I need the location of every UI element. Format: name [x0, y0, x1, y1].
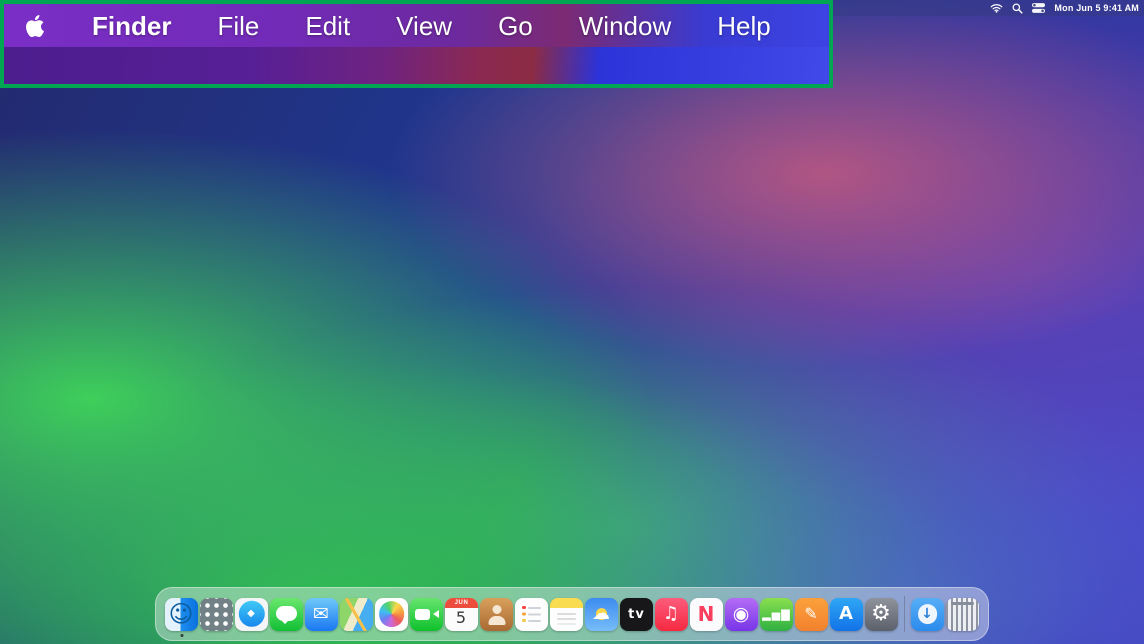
news-glyph: N [698, 604, 716, 624]
dock-system-settings-icon[interactable]: ⚙ [865, 598, 898, 631]
menu-item-window[interactable]: Window [579, 13, 671, 39]
callout-menu-bar: Finder File Edit View Go Window Help [4, 4, 829, 47]
dock-mail-icon[interactable]: ✉ [305, 598, 338, 631]
dock-numbers-icon[interactable]: ▂▅▇ [760, 598, 793, 631]
dock-maps-icon[interactable] [340, 598, 373, 631]
spotlight-icon[interactable] [1012, 3, 1023, 14]
numbers-glyph: ▂▅▇ [762, 609, 790, 620]
podcasts-glyph: ◉ [733, 605, 751, 624]
dock-weather-icon[interactable]: ☁ [585, 598, 618, 631]
dock-photos-icon[interactable] [375, 598, 408, 631]
dock-app-store-icon[interactable]: A [830, 598, 863, 631]
menu-item-help[interactable]: Help [717, 13, 770, 39]
finder-glyph: ☺ [168, 602, 194, 626]
dock-trash-icon[interactable] [946, 598, 979, 631]
dock-finder-icon[interactable]: ☺ [165, 598, 198, 631]
menu-item-edit[interactable]: Edit [305, 13, 350, 39]
menu-item-file[interactable]: File [217, 13, 259, 39]
wifi-icon[interactable] [990, 3, 1003, 13]
calendar-glyph: 5 [456, 610, 467, 626]
dock-facetime-icon[interactable] [410, 598, 443, 631]
dock-downloads-icon[interactable]: ↓ [911, 598, 944, 631]
dock-contacts-icon[interactable] [480, 598, 513, 631]
dock-tv-icon[interactable]: tv [620, 598, 653, 631]
photos-disc [379, 601, 405, 627]
downloads-glyph: ↓ [921, 607, 934, 621]
control-center-icon[interactable] [1032, 3, 1045, 13]
mail-glyph: ✉ [313, 605, 330, 624]
music-glyph: ♫ [663, 605, 680, 623]
dock: ☺ ◆ ✉ JUN 5 ☁ tv ♫ N ◉ ▂▅▇ ✎ A ⚙ ↓ [155, 587, 989, 641]
calendar-top-label: JUN [445, 598, 478, 608]
weather-glyph: ☁ [592, 605, 611, 623]
callout-wallpaper-strip [4, 47, 829, 84]
dock-music-icon[interactable]: ♫ [655, 598, 688, 631]
dock-launchpad-icon[interactable] [200, 598, 233, 631]
pages-glyph: ✎ [804, 606, 818, 622]
safari-glyph: ◆ [247, 609, 256, 619]
dock-messages-icon[interactable] [270, 598, 303, 631]
apple-menu-icon[interactable] [24, 13, 46, 39]
dock-divider [904, 596, 905, 632]
dock-podcasts-icon[interactable]: ◉ [725, 598, 758, 631]
tv-glyph: tv [628, 608, 645, 621]
dock-notes-icon[interactable] [550, 598, 583, 631]
menu-item-go[interactable]: Go [498, 13, 533, 39]
app-store-glyph: A [839, 605, 854, 623]
dock-calendar-icon[interactable]: JUN 5 [445, 598, 478, 631]
desktop-wallpaper: Mon Jun 5 9:41 AM Finder File Edit View Go Wi… [0, 0, 1144, 644]
menu-bar-callout: Finder File Edit View Go Window Help [0, 0, 833, 88]
dock-safari-icon[interactable]: ◆ [235, 598, 268, 631]
dock-pages-icon[interactable]: ✎ [795, 598, 828, 631]
menu-item-finder[interactable]: Finder [92, 13, 171, 39]
menu-bar-clock[interactable]: Mon Jun 5 9:41 AM [1054, 3, 1139, 13]
menu-item-view[interactable]: View [396, 13, 452, 39]
dock-news-icon[interactable]: N [690, 598, 723, 631]
dock-reminders-icon[interactable] [515, 598, 548, 631]
system-settings-glyph: ⚙ [871, 603, 892, 625]
